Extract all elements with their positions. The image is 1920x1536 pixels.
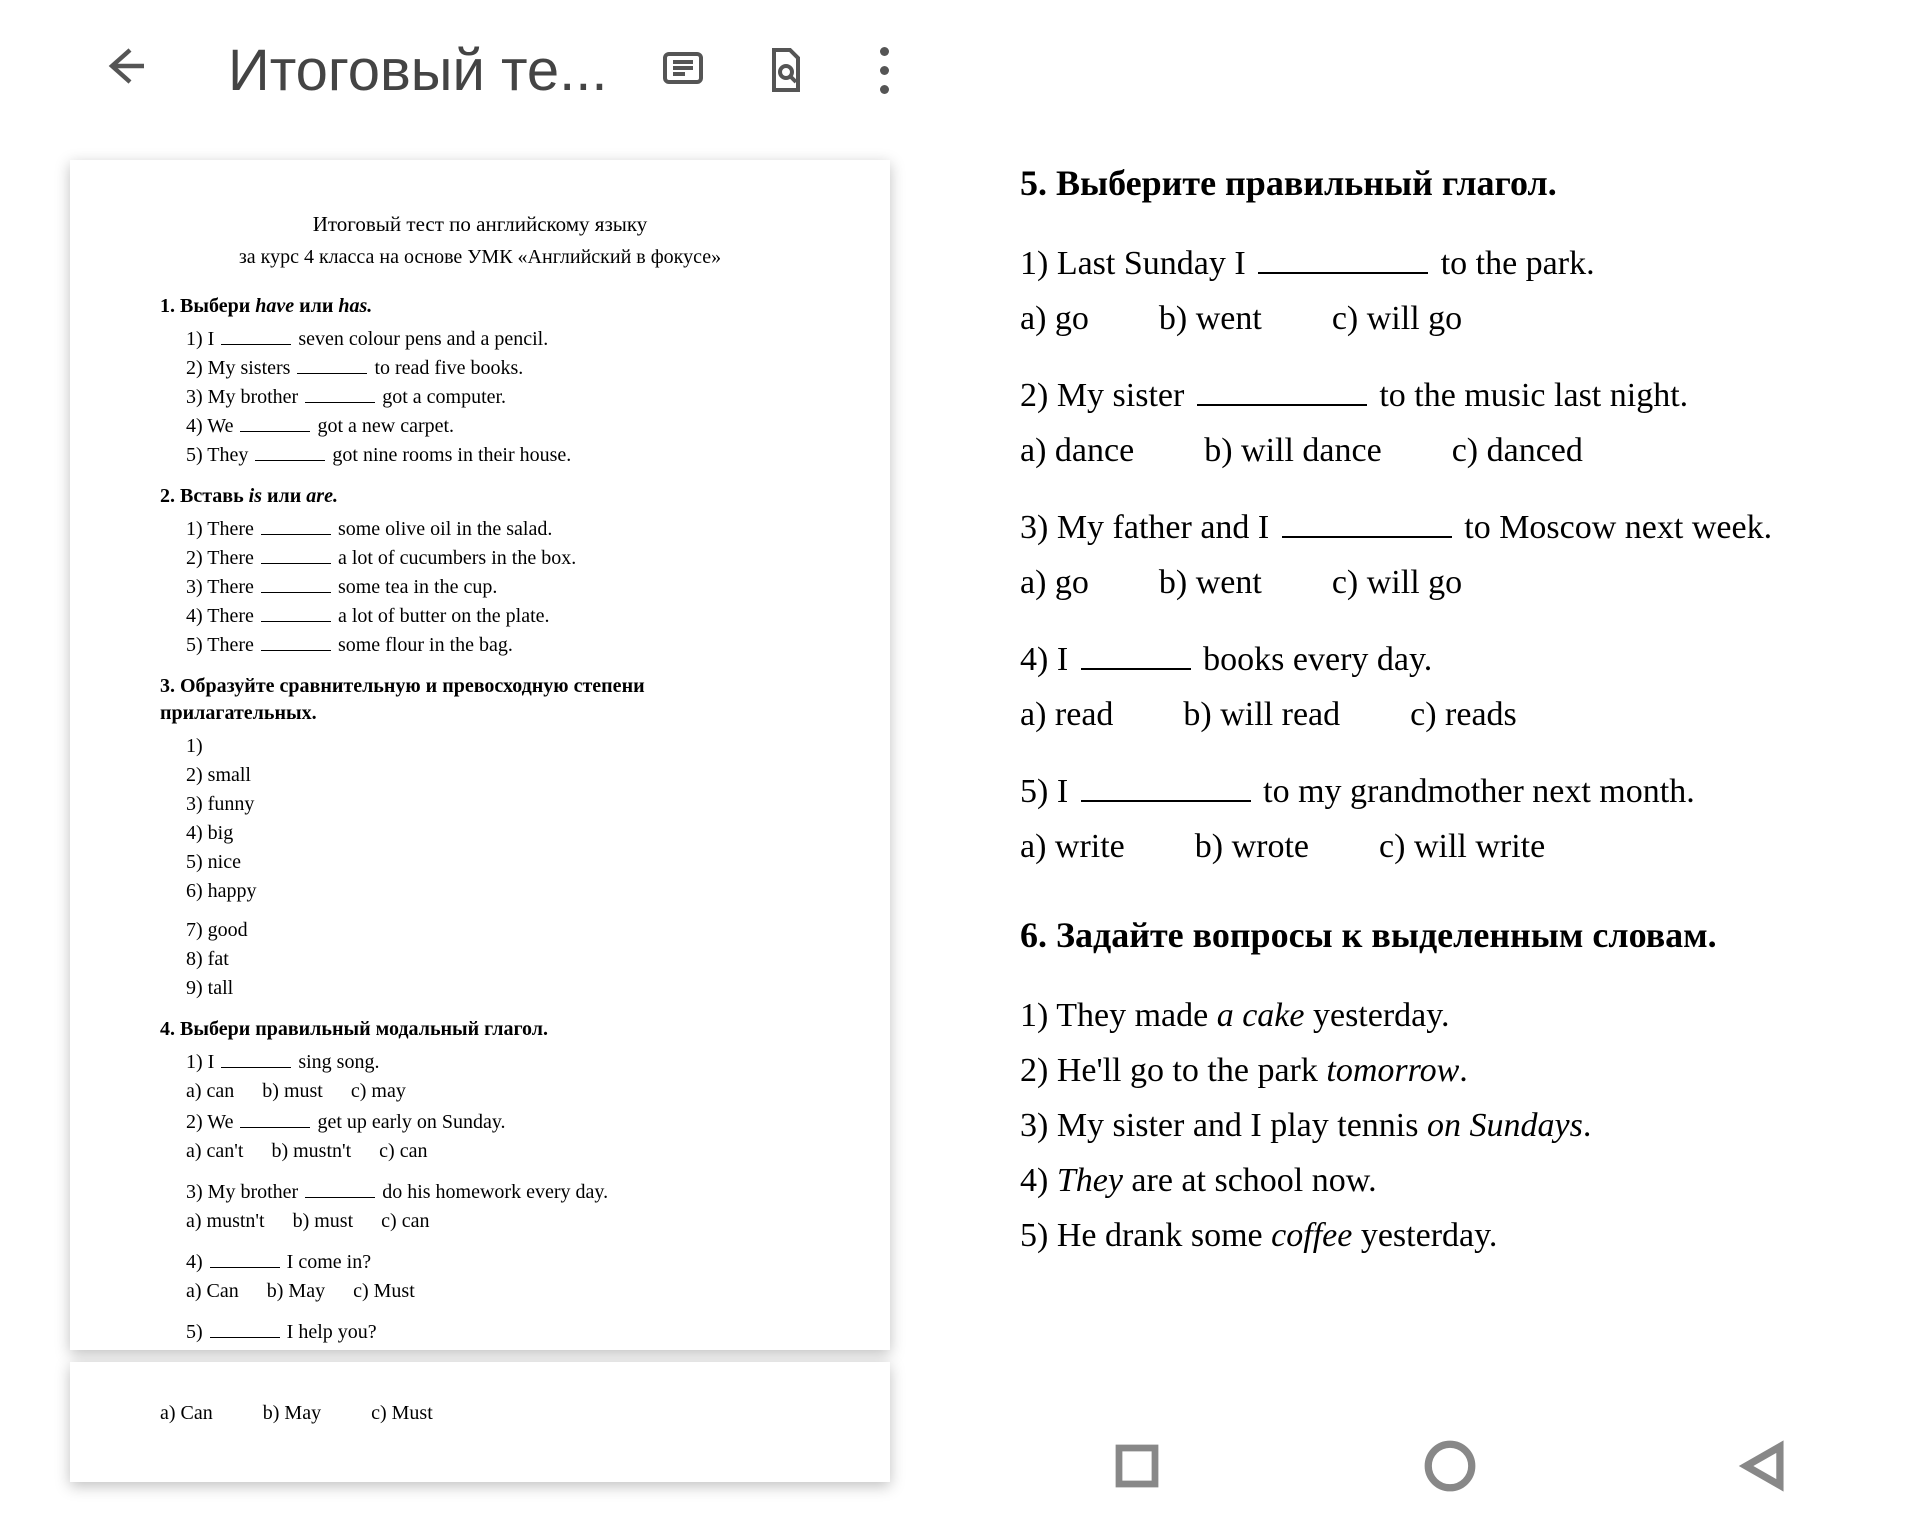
find-in-page-icon[interactable] [758, 42, 809, 98]
section-6-heading: 6. Задайте вопросы к выделенным словам. [1020, 908, 1880, 962]
section-2-heading: 2. Вставь is или are. [160, 483, 800, 510]
list-item: 2) My sisters to read five books. [186, 355, 800, 382]
back-icon[interactable] [100, 38, 148, 103]
section-5-heading: 5. Выберите правильный глагол. [1020, 156, 1880, 210]
section-3-list-b: 7) good 8) fat 9) tall [186, 917, 800, 1002]
section-4-heading: 4. Выбери правильный модальный глагол. [160, 1016, 800, 1043]
list-item: 5) There some flour in the bag. [186, 632, 800, 659]
section-3-list-a: 1) 2) small 3) funny 4) big 5) nice 6) h… [186, 733, 800, 905]
question: 1) They made a cake yesterday. [1020, 990, 1880, 1041]
question: 4) I books every day. [1020, 634, 1880, 685]
document-page-2[interactable]: a) Canb) Mayc) Must [70, 1362, 890, 1482]
question: 2) My sister to the music last night. [1020, 370, 1880, 421]
comments-icon[interactable] [658, 42, 709, 98]
right-pane: 5. Выберите правильный глагол. 1) Last S… [980, 0, 1920, 1536]
list-item: 4) We got a new carpet. [186, 413, 800, 440]
question: 3) My father and I to Moscow next week. [1020, 502, 1880, 553]
back-nav-icon[interactable] [1731, 1434, 1795, 1498]
list-item: 3) My brother got a computer. [186, 384, 800, 411]
doc-title-2: за курс 4 класса на основе УМК «Английск… [160, 244, 800, 271]
section-1-list: 1) I seven colour pens and a pencil. 2) … [186, 326, 800, 469]
list-item: 2) There a lot of cucumbers in the box. [186, 545, 800, 572]
question: 5) I to my grandmother next month. [1020, 766, 1880, 817]
options-row: a) writeb) wrotec) will write [1020, 821, 1880, 872]
section-2-list: 1) There some olive oil in the salad. 2)… [186, 516, 800, 659]
options-row: a) canb) mustc) may [186, 1078, 800, 1105]
more-icon[interactable] [859, 42, 910, 98]
list-item: 2) We get up early on Sunday. [186, 1109, 800, 1136]
options-row: a) readb) will readc) reads [1020, 689, 1880, 740]
options-row: a) can'tb) mustn'tc) can [186, 1138, 800, 1165]
list-item: 4) I come in? [186, 1249, 800, 1276]
section-1-heading: 1. Выбери have или has. [160, 293, 800, 320]
recent-apps-icon[interactable] [1105, 1434, 1169, 1498]
android-navbar [980, 1426, 1920, 1506]
home-icon[interactable] [1418, 1434, 1482, 1498]
options-row: a) mustn'tb) mustc) can [186, 1208, 800, 1235]
list-item: 2) small [186, 762, 800, 789]
document-title: Итоговый те... [228, 37, 608, 104]
list-item: 1) There some olive oil in the salad. [186, 516, 800, 543]
list-item: 1) [186, 733, 800, 760]
question: 2) He'll go to the park tomorrow. [1020, 1045, 1880, 1096]
list-item: 8) fat [186, 946, 800, 973]
doc-title-1: Итоговый тест по английскому языку [160, 210, 800, 238]
left-pane: Итоговый те... Итоговый тест по английск… [0, 0, 960, 1536]
list-item: 5) I help you? [186, 1319, 800, 1346]
options-row: a) gob) wentc) will go [1020, 557, 1880, 608]
question: 4) They are at school now. [1020, 1155, 1880, 1206]
list-item: 7) good [186, 917, 800, 944]
section-3-heading: 3. Образуйте сравнительную и превосходну… [160, 673, 800, 727]
list-item: 6) happy [186, 878, 800, 905]
document-page-1[interactable]: Итоговый тест по английскому языку за ку… [70, 160, 890, 1350]
options-row: a) Canb) Mayc) Must [186, 1278, 800, 1305]
list-item: 3) My brother do his homework every day. [186, 1179, 800, 1206]
list-item: 3) There some tea in the cup. [186, 574, 800, 601]
list-item: 9) tall [186, 975, 800, 1002]
options-row: a) Canb) Mayc) Must [160, 1402, 800, 1425]
list-item: 4) big [186, 820, 800, 847]
list-item: 1) I sing song. [186, 1049, 800, 1076]
list-item: 4) There a lot of butter on the plate. [186, 603, 800, 630]
question: 1) Last Sunday I to the park. [1020, 238, 1880, 289]
list-item: 5) They got nine rooms in their house. [186, 442, 800, 469]
list-item: 3) funny [186, 791, 800, 818]
question: 5) He drank some coffee yesterday. [1020, 1210, 1880, 1261]
options-row: a) gob) wentc) will go [1020, 293, 1880, 344]
toolbar: Итоговый те... [0, 0, 960, 140]
list-item: 1) I seven colour pens and a pencil. [186, 326, 800, 353]
question: 3) My sister and I play tennis on Sunday… [1020, 1100, 1880, 1151]
section-4-list: 1) I sing song. [186, 1049, 800, 1076]
options-row: a) danceb) will dancec) danced [1020, 425, 1880, 476]
list-item: 5) nice [186, 849, 800, 876]
